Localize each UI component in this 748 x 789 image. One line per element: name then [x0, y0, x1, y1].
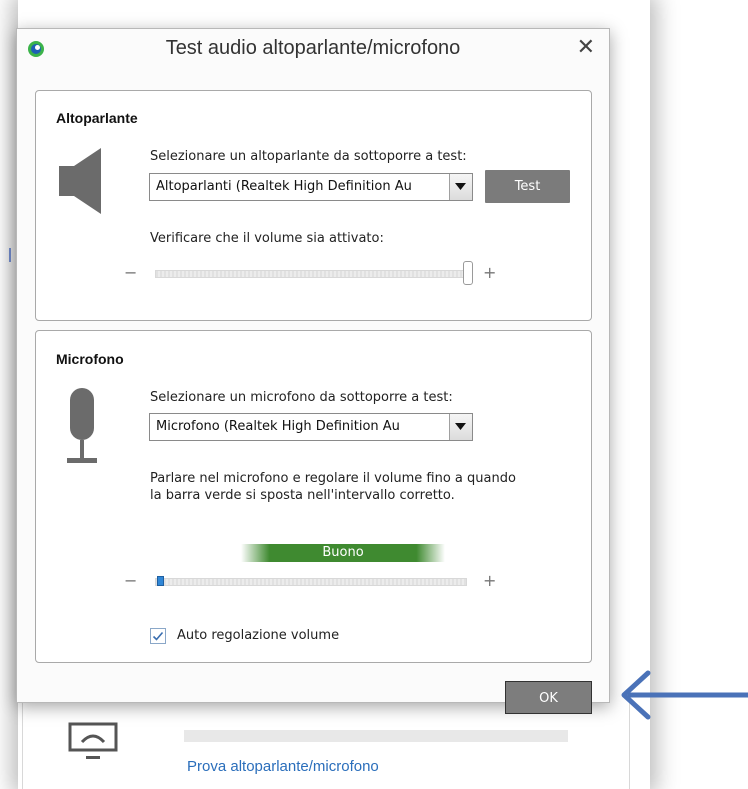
- microphone-volume-minus[interactable]: −: [124, 571, 137, 590]
- close-icon[interactable]: ✕: [577, 35, 595, 60]
- pointer-arrow-icon: [621, 670, 748, 720]
- microphone-select-value: Microfono (Realtek High Definition Au: [156, 419, 400, 434]
- app-logo-icon: [28, 41, 44, 57]
- speaker-group-title: Altoparlante: [56, 110, 138, 126]
- speaker-group: Altoparlante Selezionare un altoparlante…: [35, 90, 592, 321]
- microphone-volume-thumb[interactable]: [157, 576, 164, 586]
- auto-adjust-checkbox[interactable]: [150, 628, 166, 644]
- speaker-volume-thumb[interactable]: [463, 261, 473, 285]
- speaker-volume-plus[interactable]: +: [483, 263, 496, 282]
- microphone-select[interactable]: Microfono (Realtek High Definition Au: [149, 413, 473, 441]
- monitor-phone-icon: [68, 722, 118, 759]
- speaker-volume-minus[interactable]: −: [124, 263, 137, 282]
- ok-button[interactable]: OK: [505, 681, 592, 714]
- audio-test-dialog: Test audio altoparlante/microfono ✕ Alto…: [16, 28, 610, 714]
- dialog-title: Test audio altoparlante/microfono: [165, 37, 461, 59]
- chevron-down-icon[interactable]: [449, 414, 472, 440]
- speaker-select-label: Selezionare un altoparlante da sottoporr…: [150, 149, 467, 164]
- chevron-down-icon[interactable]: [449, 174, 472, 200]
- speaker-volume-slider[interactable]: [155, 270, 467, 278]
- speaker-volume-label: Verificare che il volume sia attivato:: [150, 231, 384, 246]
- meter-label: Buono: [322, 545, 364, 560]
- microphone-instructions-line2: la barra verde si sposta nell'intervallo…: [150, 488, 455, 503]
- auto-adjust-label[interactable]: Auto regolazione volume: [177, 628, 339, 643]
- background-bar: [184, 730, 568, 742]
- speaker-select-value: Altoparlanti (Realtek High Definition Au: [156, 179, 412, 194]
- background-edge-mark: [9, 248, 11, 262]
- microphone-icon: [67, 388, 97, 463]
- speaker-icon: [59, 148, 101, 214]
- microphone-group-title: Microfono: [56, 351, 124, 367]
- microphone-group: Microfono Selezionare un microfono da so…: [35, 330, 592, 663]
- checkmark-icon: [152, 631, 164, 641]
- microphone-volume-slider[interactable]: [155, 578, 467, 586]
- speaker-test-button[interactable]: Test: [485, 170, 570, 203]
- title-bar: Test audio altoparlante/microfono ✕: [17, 29, 609, 69]
- speaker-select[interactable]: Altoparlanti (Realtek High Definition Au: [149, 173, 473, 201]
- microphone-instructions-line1: Parlare nel microfono e regolare il volu…: [150, 471, 516, 486]
- microphone-select-label: Selezionare un microfono da sottoporre a…: [150, 390, 453, 405]
- microphone-level-meter: Buono: [241, 544, 445, 562]
- test-speaker-mic-link[interactable]: Prova altoparlante/microfono: [187, 758, 379, 775]
- microphone-volume-plus[interactable]: +: [483, 571, 496, 590]
